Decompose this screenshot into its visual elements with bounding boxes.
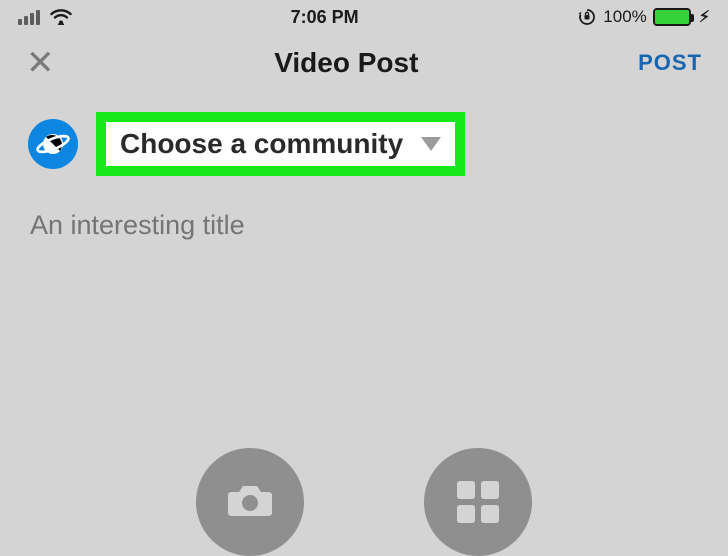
chevron-down-icon — [421, 137, 441, 151]
community-selector[interactable]: Choose a community — [96, 112, 465, 176]
community-selector-label: Choose a community — [120, 128, 403, 160]
wifi-icon — [50, 9, 72, 25]
attachment-actions — [0, 448, 728, 556]
planet-icon — [28, 119, 78, 169]
page-title: Video Post — [274, 47, 418, 79]
post-button[interactable]: POST — [638, 50, 702, 76]
battery-percentage: 100% — [603, 7, 646, 27]
gallery-button[interactable] — [424, 448, 532, 556]
title-input[interactable] — [30, 210, 698, 241]
orientation-lock-icon — [577, 7, 597, 27]
grid-icon — [457, 481, 499, 523]
status-time: 7:06 PM — [291, 7, 359, 28]
community-selector-row: Choose a community — [0, 112, 728, 176]
cell-signal-icon — [18, 10, 40, 25]
status-bar: 7:06 PM 100% ⚡︎ — [0, 0, 728, 32]
battery-icon — [653, 8, 691, 26]
nav-bar: ✕ Video Post POST — [0, 32, 728, 94]
close-button[interactable]: ✕ — [26, 46, 55, 80]
charging-icon: ⚡︎ — [699, 7, 710, 27]
camera-button[interactable] — [196, 448, 304, 556]
